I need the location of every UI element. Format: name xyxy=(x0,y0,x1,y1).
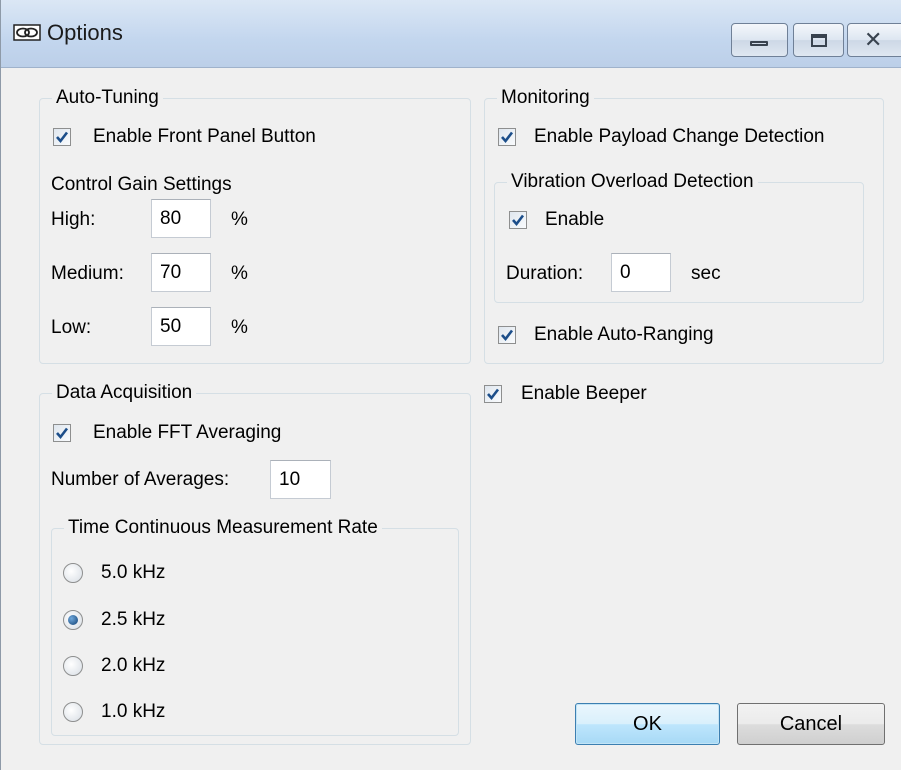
averages-input[interactable]: 10 xyxy=(270,460,331,499)
rate-radio-1-0[interactable] xyxy=(63,702,83,722)
rate-radio-5-0[interactable] xyxy=(63,563,83,583)
rate-label-5-0: 5.0 kHz xyxy=(101,562,166,583)
maximize-button[interactable] xyxy=(793,23,844,57)
close-icon: ✕ xyxy=(864,27,883,52)
beeper-checkbox[interactable] xyxy=(484,385,502,403)
low-gain-input[interactable]: 50 xyxy=(151,307,211,346)
high-unit: % xyxy=(231,209,248,230)
close-button[interactable]: ✕ xyxy=(847,23,901,57)
beeper-label: Enable Beeper xyxy=(521,383,647,404)
front-panel-label: Enable Front Panel Button xyxy=(93,126,316,147)
monitoring-title: Monitoring xyxy=(497,86,594,110)
minimize-icon xyxy=(750,41,768,46)
rate-radio-2-0[interactable] xyxy=(63,656,83,676)
rate-label-1-0: 1.0 kHz xyxy=(101,701,166,722)
window-title: Options xyxy=(47,20,123,45)
duration-unit: sec xyxy=(691,263,721,284)
cancel-button[interactable]: Cancel xyxy=(737,703,885,745)
medium-unit: % xyxy=(231,263,248,284)
averages-label: Number of Averages: xyxy=(51,469,230,490)
vibration-enable-label: Enable xyxy=(545,209,605,230)
vibration-overload-title: Vibration Overload Detection xyxy=(507,170,758,194)
maximize-icon xyxy=(811,34,827,47)
front-panel-checkbox[interactable] xyxy=(53,128,71,146)
medium-label: Medium: xyxy=(51,263,124,284)
auto-ranging-checkbox[interactable] xyxy=(498,326,516,344)
auto-tuning-title: Auto-Tuning xyxy=(52,86,163,110)
fft-averaging-label: Enable FFT Averaging xyxy=(93,422,282,443)
title-bar[interactable]: Options ✕ xyxy=(1,0,901,68)
measurement-rate-title: Time Continuous Measurement Rate xyxy=(64,516,382,540)
rate-radio-2-5[interactable] xyxy=(63,610,83,630)
duration-input[interactable]: 0 xyxy=(611,253,671,292)
duration-label: Duration: xyxy=(506,263,584,284)
gain-settings-heading: Control Gain Settings xyxy=(51,174,232,195)
ok-button[interactable]: OK xyxy=(575,703,720,745)
rate-label-2-0: 2.0 kHz xyxy=(101,655,166,676)
link-icon xyxy=(13,24,41,41)
options-dialog: Options ✕ Auto-Tuning Enable Front Panel… xyxy=(0,0,901,770)
data-acquisition-title: Data Acquisition xyxy=(52,381,197,405)
high-gain-input[interactable]: 80 xyxy=(151,199,211,238)
low-unit: % xyxy=(231,317,248,338)
vibration-enable-checkbox[interactable] xyxy=(509,211,527,229)
auto-ranging-label: Enable Auto-Ranging xyxy=(534,324,714,345)
rate-label-2-5: 2.5 kHz xyxy=(101,609,166,630)
payload-detection-checkbox[interactable] xyxy=(498,128,516,146)
low-label: Low: xyxy=(51,317,92,338)
medium-gain-input[interactable]: 70 xyxy=(151,253,211,292)
fft-averaging-checkbox[interactable] xyxy=(53,424,71,442)
minimize-button[interactable] xyxy=(731,23,788,57)
payload-detection-label: Enable Payload Change Detection xyxy=(534,126,825,147)
high-label: High: xyxy=(51,209,96,230)
